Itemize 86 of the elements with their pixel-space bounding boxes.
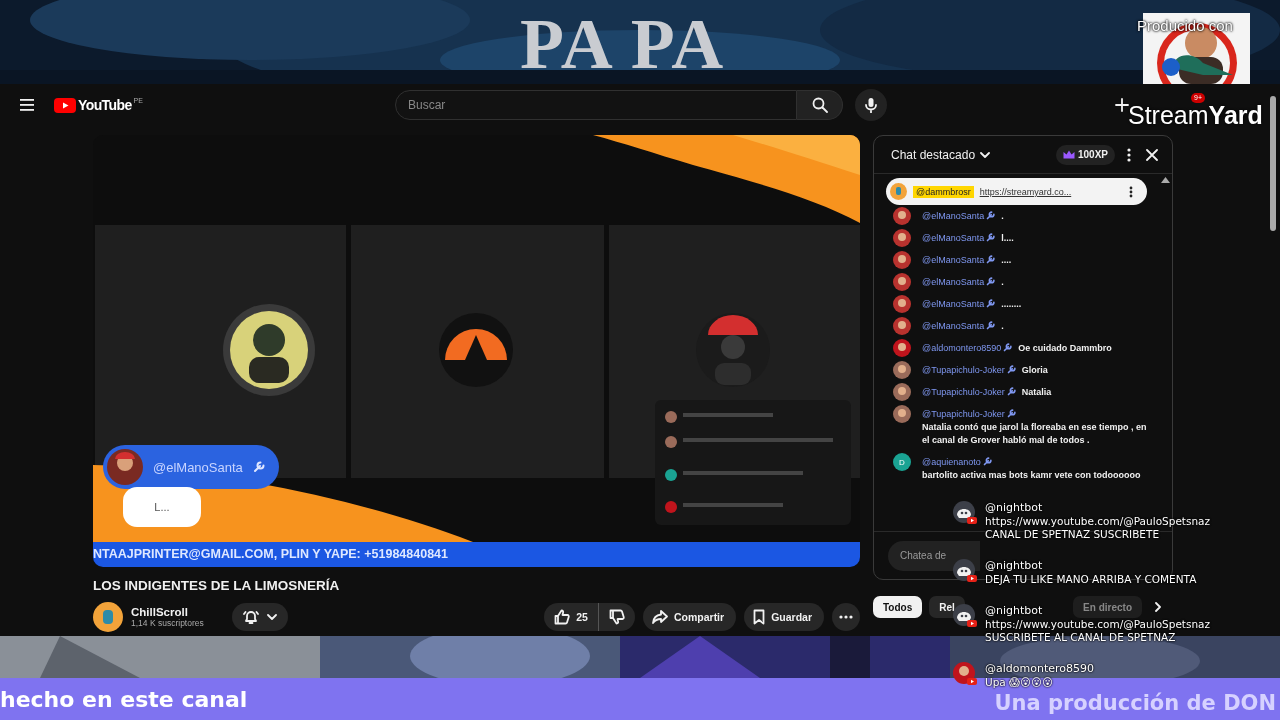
avatar-icon — [952, 661, 978, 687]
plus-icon[interactable] — [1115, 98, 1129, 112]
scrollbar-thumb[interactable] — [1270, 96, 1276, 231]
share-arrow-icon — [651, 609, 668, 625]
pinned-author: @dammbrosr — [913, 185, 974, 198]
chat-message-text: l.... — [1001, 232, 1014, 243]
filter-chip[interactable]: Todos — [873, 596, 923, 618]
chat-author[interactable]: @Tupapichulo-Joker — [922, 386, 1005, 397]
bookmark-icon — [753, 609, 766, 625]
ticker-text: Una producción de DON — [994, 691, 1276, 715]
pinned-message-banner[interactable]: @dammbrosr https://streamyard.co... — [886, 178, 1147, 205]
logo-text[interactable]: YouTube — [78, 97, 132, 113]
chat-message-text: . — [1001, 320, 1004, 331]
more-icon — [839, 615, 853, 619]
avatar-icon — [107, 449, 143, 485]
overlay-author: @nightbot — [985, 500, 1043, 515]
chat-mode-dropdown[interactable]: Chat destacado — [891, 147, 991, 162]
bot-avatar-icon — [952, 558, 978, 584]
chat-message-text: Oe cuidado Dammbro — [1018, 342, 1112, 353]
chat-author[interactable]: @elManoSanta — [922, 320, 985, 331]
ticker-bar: NTAAJPRINTER@GMAIL.COM, PLIN Y YAPE: +51984840841 — [93, 542, 860, 567]
overlay-message-text: CANAL DE SPETNAZ SUSCRIBETE — [985, 528, 1160, 541]
video-title: LOS INDIGENTES DE LA LIMOSNERÍA — [93, 578, 341, 593]
chat-author[interactable]: @elManoSanta — [922, 210, 985, 221]
notification-button[interactable] — [231, 603, 288, 631]
filter-chip[interactable]: En directo — [1073, 596, 1142, 618]
search-button[interactable] — [797, 90, 843, 120]
chat-message-text: Natalia contó que jarol la floreaba en ese tiempo , en el canal de Grover habló mal de todos . — [922, 420, 1148, 447]
overlay-author: @aldomontero8590 — [985, 661, 1094, 676]
chat-author[interactable]: @elManoSanta — [922, 254, 985, 265]
close-icon[interactable] — [1146, 148, 1158, 161]
chat-message-text: . — [1001, 210, 1004, 221]
menu-icon[interactable] — [20, 99, 34, 111]
microphone-icon — [865, 97, 877, 113]
search-field[interactable]: Buscar — [395, 90, 797, 120]
crown-icon — [1062, 150, 1075, 159]
streamyard-logo: StreamYard — [1128, 102, 1263, 129]
pinned-link[interactable]: https://streamyard.co... — [979, 186, 1072, 197]
overlay-message-text: https://www.youtube.com/@PauloSpetsnaz — [985, 618, 1211, 631]
chevron-right-icon[interactable] — [1155, 602, 1161, 612]
overlay-message-text: https://www.youtube.com/@PauloSpetsnaz — [985, 515, 1211, 528]
chat-message-text: . — [1001, 276, 1004, 287]
chat-author[interactable]: @elManoSanta — [922, 232, 985, 243]
youtube-logo-icon[interactable] — [54, 97, 76, 113]
chat-message-text: Natalia — [1021, 386, 1052, 397]
more-button[interactable] — [832, 603, 860, 631]
chat-message-text: ........ — [1001, 298, 1022, 309]
wrench-icon — [252, 461, 265, 473]
thumbs-up-icon — [554, 609, 571, 625]
chevron-down-icon — [980, 151, 991, 158]
microphone-button[interactable] — [855, 89, 887, 121]
like-button[interactable]: 25 — [544, 603, 599, 631]
overlay-author: @nightbot — [985, 558, 1043, 573]
overlay-author: @nightbot — [985, 603, 1043, 618]
avatar-icon — [890, 183, 907, 200]
chat-author[interactable]: @elManoSanta — [922, 298, 985, 309]
more-vertical-icon[interactable] — [1127, 147, 1131, 162]
chat-author[interactable]: @Tupapichulo-Joker — [922, 408, 1005, 419]
caret-icon — [266, 614, 277, 620]
channel-avatar-icon[interactable] — [93, 602, 123, 632]
search-icon — [811, 97, 828, 113]
save-button[interactable]: Guardar — [744, 603, 824, 631]
thumbs-down-icon — [608, 609, 625, 625]
scroll-up-icon[interactable] — [1161, 177, 1170, 183]
chat-author[interactable]: @elManoSanta — [922, 276, 985, 287]
chat-message-text: Gloria — [1021, 364, 1048, 375]
subscriber-count: 1,14 K suscriptores — [131, 618, 204, 628]
more-vertical-icon[interactable] — [1129, 185, 1133, 198]
channel-name[interactable]: ChillScroll — [131, 606, 204, 618]
bot-avatar-icon — [952, 500, 978, 526]
chat-message-text: .... — [1001, 254, 1012, 265]
overlay-message-text: Upa 😱😮😮😮 — [985, 676, 1053, 689]
chat-author[interactable]: @Tupapichulo-Joker — [922, 364, 1005, 375]
chat-author[interactable]: @aquienanoto — [922, 456, 981, 467]
caption-bubble: L... — [123, 487, 201, 527]
share-button[interactable]: Compartir — [642, 603, 737, 631]
chat-input-field[interactable]: Chatea de — [888, 540, 980, 571]
name-tag-text: @elManoSanta — [153, 459, 243, 475]
chat-author[interactable]: @aldomontero8590 — [922, 342, 1002, 353]
xp-badge[interactable]: 100XP — [1055, 144, 1115, 165]
bot-avatar-icon — [952, 603, 978, 629]
overlay-message-text: DEJA TU LIKE MANO ARRIBA Y COMENTA — [985, 573, 1197, 586]
ticker-text: hecho en este canal — [0, 686, 248, 712]
chat-message-text: bartolito activa mas bots kamr vete con todoooooo — [922, 468, 1141, 482]
bell-icon — [242, 609, 259, 625]
avatar-letter: D — [893, 453, 911, 471]
